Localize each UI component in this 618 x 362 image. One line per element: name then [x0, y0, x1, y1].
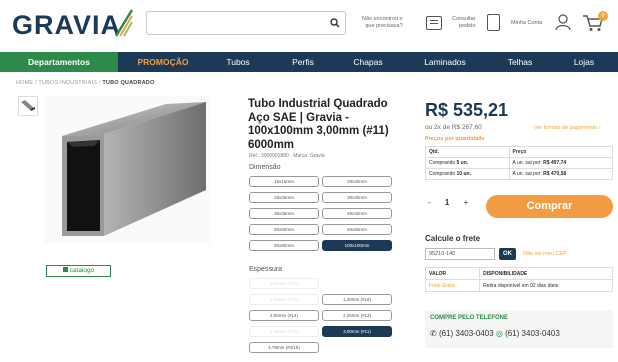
nav-lojas[interactable]: Lojas: [556, 52, 612, 72]
dimension-option[interactable]: 15x15mm: [249, 176, 319, 187]
no-cep-link[interactable]: Não sei meu CEP: [523, 251, 567, 257]
quantity-value[interactable]: 1: [445, 198, 449, 207]
crumb-home[interactable]: HOME: [16, 80, 33, 86]
qty-header: Qtd.: [425, 146, 510, 158]
unit-price: R$ 470,58: [543, 171, 567, 177]
cep-ok-button[interactable]: OK: [499, 248, 516, 260]
chat-icon[interactable]: [426, 16, 442, 30]
shipping-title: Calcule o frete: [425, 234, 481, 243]
nav-laminados[interactable]: Laminados: [412, 52, 478, 72]
order-line-1: Consultar: [452, 16, 476, 22]
order-line-2: pedido: [459, 23, 476, 29]
crumb-current: TUBO QUADRADO: [102, 80, 155, 86]
minus-button[interactable]: -: [428, 198, 431, 207]
dimension-option[interactable]: 25x25mm: [249, 192, 319, 203]
col-avail: DISPONIBILIDADE: [479, 267, 613, 280]
qty-prefix: Comprando: [429, 171, 457, 177]
unit-price: R$ 497,74: [543, 160, 567, 166]
cart-count-badge: 0: [598, 11, 608, 21]
dimension-option[interactable]: 50x50mm: [249, 224, 319, 235]
catalog-link[interactable]: catalogo: [46, 265, 111, 277]
crumb-category[interactable]: TUBOS INDUSTRIAIS: [38, 80, 97, 86]
thickness-option[interactable]: 0,90mm (#20): [249, 278, 319, 289]
dimension-option[interactable]: 80x80mm: [249, 240, 319, 251]
col-value: VALOR: [424, 267, 481, 280]
shipping-value: Frete Grátis: [424, 279, 481, 292]
dimension-option[interactable]: 40x40mm: [322, 208, 392, 219]
thickness-option-selected[interactable]: 3,00mm (#11): [322, 326, 392, 337]
dimension-option[interactable]: 30x30mm: [322, 192, 392, 203]
price-header: Preço: [508, 146, 614, 158]
contact-phones: ✆ (61) 3403-0403 ◎ (61) 3403-0403: [430, 329, 560, 338]
table-row: Frete Grátis Retira disponível em 02 dia…: [424, 279, 613, 292]
logo-stripes-icon: [114, 9, 134, 37]
product-ref: Ref.: 3000001880 · Marca: Gravia: [249, 153, 325, 159]
nav-tubos[interactable]: Tubos: [210, 52, 266, 72]
whatsapp-number[interactable]: (61) 3403-0403: [505, 329, 560, 338]
dimension-option[interactable]: 60x60mm: [322, 224, 392, 235]
contact-title: COMPRE PELO TELEFONE: [430, 315, 509, 321]
dimension-option[interactable]: 20x20mm: [322, 176, 392, 187]
product-title: Tubo Industrial Quadrado Aço SAE | Gravi…: [248, 98, 389, 151]
document-icon: [62, 267, 68, 272]
account-link[interactable]: Minha Conta: [511, 20, 542, 27]
gravia-logo[interactable]: GRAVIA: [12, 10, 121, 41]
order-link[interactable]: Consultar pedido: [452, 16, 476, 30]
shipping-table: VALOR DISPONIBILIDADE Frete Grátis Retira…: [424, 267, 613, 292]
table-row: Comprando 10 un. A un. sai por: R$ 470,5…: [425, 168, 614, 180]
product-image[interactable]: [44, 96, 210, 244]
thickness-option[interactable]: 1,20mm (#18): [322, 294, 392, 305]
dimension-option[interactable]: 35x35mm: [249, 208, 319, 219]
thickness-option[interactable]: 2,25mm (#13): [322, 310, 392, 321]
crumb-sep: /: [98, 80, 101, 86]
qty-value: 10 un.: [456, 171, 471, 177]
crumb-sep: /: [35, 80, 37, 86]
nav-chapas[interactable]: Chapas: [340, 52, 396, 72]
nav-departamentos[interactable]: Departamentos: [0, 52, 118, 72]
phone-icon: ✆: [430, 329, 437, 338]
thickness-option[interactable]: 2,00mm (#14): [249, 310, 319, 321]
quantity-stepper: - 1 +: [428, 198, 468, 207]
cep-input[interactable]: 95210-140: [425, 248, 495, 260]
search-icon[interactable]: [324, 11, 346, 35]
help-line-2: que precisava?: [365, 23, 403, 29]
price-by-qty-label: Preços por quantidade: [425, 136, 485, 142]
table-row: Comprando 5 un. A un. sai por: R$ 497,74: [425, 157, 614, 169]
product-thumbnail[interactable]: [18, 96, 38, 116]
breadcrumb: HOME / TUBOS INDUSTRIAIS / TUBO QUADRADO: [16, 80, 154, 86]
payment-forms-link[interactable]: Ver formas de pagamento ›: [534, 125, 601, 131]
thickness-option[interactable]: 1,50mm (#16): [249, 294, 319, 305]
nav-perfis[interactable]: Perfis: [275, 52, 331, 72]
dimension-label: Dimensão: [249, 164, 281, 171]
phone-number[interactable]: (61) 3403-0403: [439, 329, 494, 338]
user-icon[interactable]: [555, 13, 571, 31]
help-link[interactable]: Não encontrou o que precisava?: [362, 16, 403, 30]
qty-price-table: Qtd. Preço Comprando 5 un. A un. sai por:…: [425, 146, 614, 180]
qty-prefix: Comprando: [429, 160, 457, 166]
installments: ou 2x de R$ 267,60: [425, 124, 482, 131]
shipping-avail: Retira disponível em 02 dias úteis: [479, 279, 613, 292]
product-price: R$ 535,21: [425, 100, 509, 120]
search-input[interactable]: [146, 11, 346, 35]
document-icon[interactable]: [487, 14, 500, 31]
nav-telhas[interactable]: Telhas: [492, 52, 548, 72]
catalog-label: catalogo: [69, 267, 95, 274]
plus-button[interactable]: +: [464, 198, 469, 207]
thickness-label: Espessura: [249, 266, 283, 273]
thickness-option[interactable]: 2,65mm (#12): [249, 326, 319, 337]
dimension-option-selected[interactable]: 100x100mm: [322, 240, 392, 251]
whatsapp-icon: ◎: [495, 329, 503, 338]
help-line-1: Não encontrou o: [362, 16, 403, 22]
unit-prefix: A un. sai por:: [512, 171, 544, 177]
thickness-option[interactable]: 4,75mm (#3/16): [249, 342, 319, 353]
unit-prefix: A un. sai por:: [512, 160, 544, 166]
buy-button[interactable]: Comprar: [486, 195, 613, 218]
qty-value: 5 un.: [456, 160, 469, 166]
nav-promocao[interactable]: PROMOÇÃO: [127, 52, 199, 72]
